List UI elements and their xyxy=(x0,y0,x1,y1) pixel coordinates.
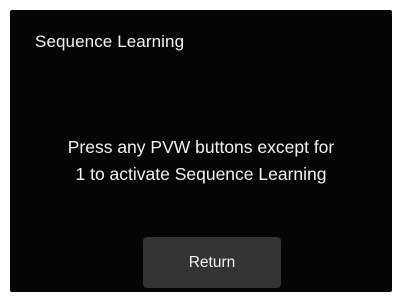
sequence-learning-dialog: Sequence Learning Press any PVW buttons … xyxy=(10,10,392,292)
instruction-line-2: 1 to activate Sequence Learning xyxy=(75,164,327,184)
instruction-line-1: Press any PVW buttons except for xyxy=(67,137,335,157)
instruction-message: Press any PVW buttons except for 1 to ac… xyxy=(10,134,392,188)
dialog-title: Sequence Learning xyxy=(35,32,185,51)
return-button[interactable]: Return xyxy=(143,237,281,288)
